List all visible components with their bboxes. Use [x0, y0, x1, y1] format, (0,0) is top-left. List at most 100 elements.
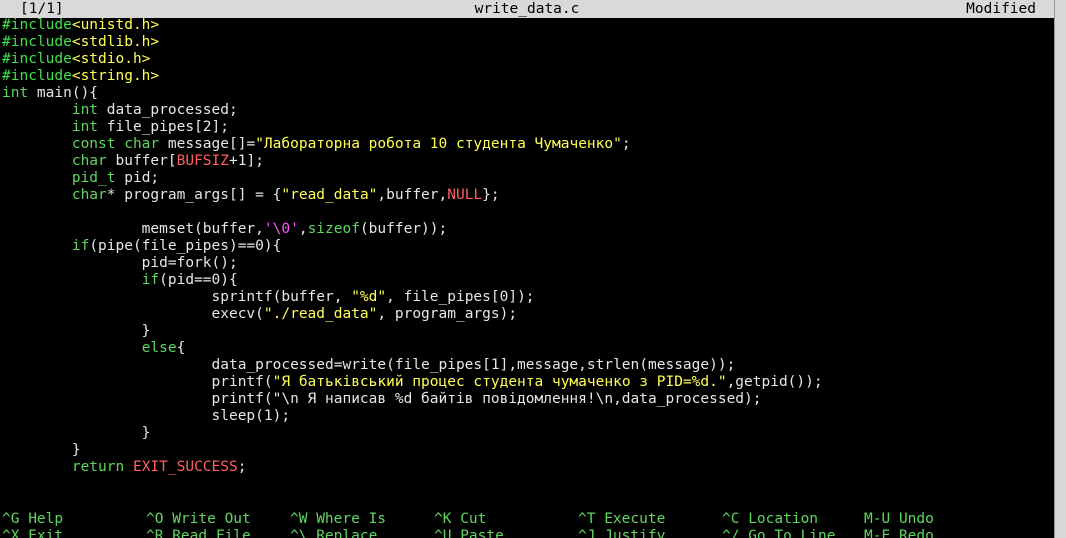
code-line[interactable]: pid_t pid;	[2, 170, 823, 187]
code-line[interactable]: char buffer[BUFSIZ+1];	[2, 153, 823, 170]
code-token: const char	[71, 136, 160, 152]
code-line[interactable]	[2, 204, 823, 221]
shortcut-item[interactable]: M-E Redo	[864, 528, 934, 538]
code-token: buffer[	[106, 153, 177, 169]
code-line[interactable]: }	[2, 323, 823, 340]
code-token: #include	[2, 17, 72, 33]
shortcut-key: M-U	[864, 511, 891, 527]
code-line[interactable]: memset(buffer,'\0',sizeof(buffer));	[2, 221, 823, 238]
shortcut-item[interactable]: ^/ Go To Line	[722, 528, 836, 538]
shortcut-label: Justify	[604, 528, 666, 538]
code-line[interactable]: sleep(1);	[2, 408, 823, 425]
modified-status: Modified	[966, 1, 1036, 17]
code-line[interactable]: if(pipe(file_pipes)==0){	[2, 238, 823, 255]
code-line[interactable]: }	[2, 425, 823, 442]
code-editor-area[interactable]: #include<unistd.h> #include<stdlib.h> #inc…	[2, 17, 823, 476]
code-token: char	[71, 187, 107, 203]
code-line[interactable]: if(pid==0){	[2, 272, 823, 289]
shortcut-item[interactable]: ^O Write Out	[146, 511, 251, 528]
window-scrollbar[interactable]	[1054, 0, 1066, 538]
shortcut-label: Read File	[172, 528, 251, 538]
shortcut-item[interactable]: ^R Read File	[146, 528, 251, 538]
code-line[interactable]: const char message[]="Лабораторна робота…	[2, 136, 823, 153]
code-line[interactable]: int main(){	[2, 85, 823, 102]
code-line[interactable]: char* program_args[] = {"read_data",buff…	[2, 187, 823, 204]
code-token: (buffer));	[359, 221, 448, 237]
shortcut-key: ^U	[434, 528, 452, 538]
code-token: '\0'	[263, 221, 299, 237]
shortcut-item[interactable]: ^J Justify	[578, 528, 665, 538]
code-token: BUFSIZ	[176, 153, 229, 169]
shortcut-help-bar: ^G Help ^O Write Out ^W Where Is ^K Cut ^T E…	[2, 511, 1052, 538]
code-token: , program_args);	[377, 306, 518, 322]
file-name: write_data.c	[474, 1, 580, 17]
shortcut-label: Where Is	[316, 511, 387, 527]
code-token: file_pipes[2];	[98, 119, 229, 135]
code-line[interactable]: #include<unistd.h>	[2, 17, 823, 34]
code-line[interactable]: int data_processed;	[2, 102, 823, 119]
code-token: , file_pipes[0]);	[386, 289, 535, 305]
shortcut-item[interactable]: ^T Execute	[578, 511, 665, 528]
shortcut-key: ^R	[146, 528, 164, 538]
code-token: EXIT_SUCCESS	[132, 459, 238, 475]
shortcut-item[interactable]: ^C Location	[722, 511, 818, 528]
code-token: +1];	[229, 153, 264, 169]
code-line[interactable]: int file_pipes[2];	[2, 119, 823, 136]
code-token: main(){	[28, 85, 99, 101]
shortcut-item[interactable]: ^W Where Is	[290, 511, 386, 528]
code-token: data_processed=write(file_pipes[1],messa…	[2, 357, 736, 373]
code-line[interactable]: #include<string.h>	[2, 68, 823, 85]
code-token: * program_args[] = {	[106, 187, 282, 203]
shortcut-key: ^J	[578, 528, 596, 538]
code-token: sizeof	[307, 221, 360, 237]
code-line[interactable]: }	[2, 442, 823, 459]
shortcut-label: Redo	[898, 528, 934, 538]
code-line[interactable]: sprintf(buffer, "%d", file_pipes[0]);	[2, 289, 823, 306]
code-token: ,getpid());	[726, 374, 823, 390]
code-token: #include	[2, 51, 72, 67]
code-line[interactable]: #include<stdlib.h>	[2, 34, 823, 51]
code-line[interactable]: printf("Я батьківський процес студента ч…	[2, 374, 823, 391]
shortcut-label: Cut	[460, 511, 487, 527]
shortcut-label: Write Out	[172, 511, 251, 527]
shortcut-item[interactable]: ^\ Replace	[290, 528, 377, 538]
shortcut-item[interactable]: ^X Exit	[2, 528, 63, 538]
shortcut-label: Help	[28, 511, 64, 527]
shortcut-key: M-E	[864, 528, 891, 538]
code-token: if	[141, 272, 160, 288]
code-token: pid=fork();	[2, 255, 238, 271]
code-line[interactable]: #include<stdio.h>	[2, 51, 823, 68]
code-token: return	[71, 459, 125, 475]
code-token: <string.h>	[71, 68, 160, 84]
shortcut-item[interactable]: ^U Paste	[434, 528, 504, 538]
nano-editor-window: [1/1] write_data.c Modified #include<uni…	[0, 0, 1054, 538]
code-token: #include	[2, 34, 72, 50]
code-token: pid;	[115, 170, 160, 186]
code-token: "%d"	[351, 289, 387, 305]
shortcut-item[interactable]: ^K Cut	[434, 511, 486, 528]
code-token: "read_data"	[281, 187, 378, 203]
shortcut-item[interactable]: M-U Undo	[864, 511, 934, 528]
code-token: <stdlib.h>	[71, 34, 160, 50]
code-token: else	[141, 340, 177, 356]
code-line[interactable]: printf("\n Я написав %d байтів повідомле…	[2, 391, 823, 408]
shortcut-key: ^\	[290, 528, 308, 538]
shortcut-item[interactable]: ^G Help	[2, 511, 63, 528]
shortcut-label: Go To Line	[748, 528, 836, 538]
code-line[interactable]: execv("./read_data", program_args);	[2, 306, 823, 323]
code-line[interactable]: return EXIT_SUCCESS;	[2, 459, 823, 476]
shortcut-key: ^/	[722, 528, 740, 538]
code-token: sprintf(buffer,	[2, 289, 352, 305]
shortcut-key: ^K	[434, 511, 452, 527]
code-line[interactable]: pid=fork();	[2, 255, 823, 272]
shortcut-key: ^W	[290, 511, 308, 527]
code-token: <stdio.h>	[71, 51, 151, 67]
code-line[interactable]: else{	[2, 340, 823, 357]
code-line[interactable]: data_processed=write(file_pipes[1],messa…	[2, 357, 823, 374]
code-token: printf("\n Я написав %d байтів повідомле…	[2, 391, 762, 407]
